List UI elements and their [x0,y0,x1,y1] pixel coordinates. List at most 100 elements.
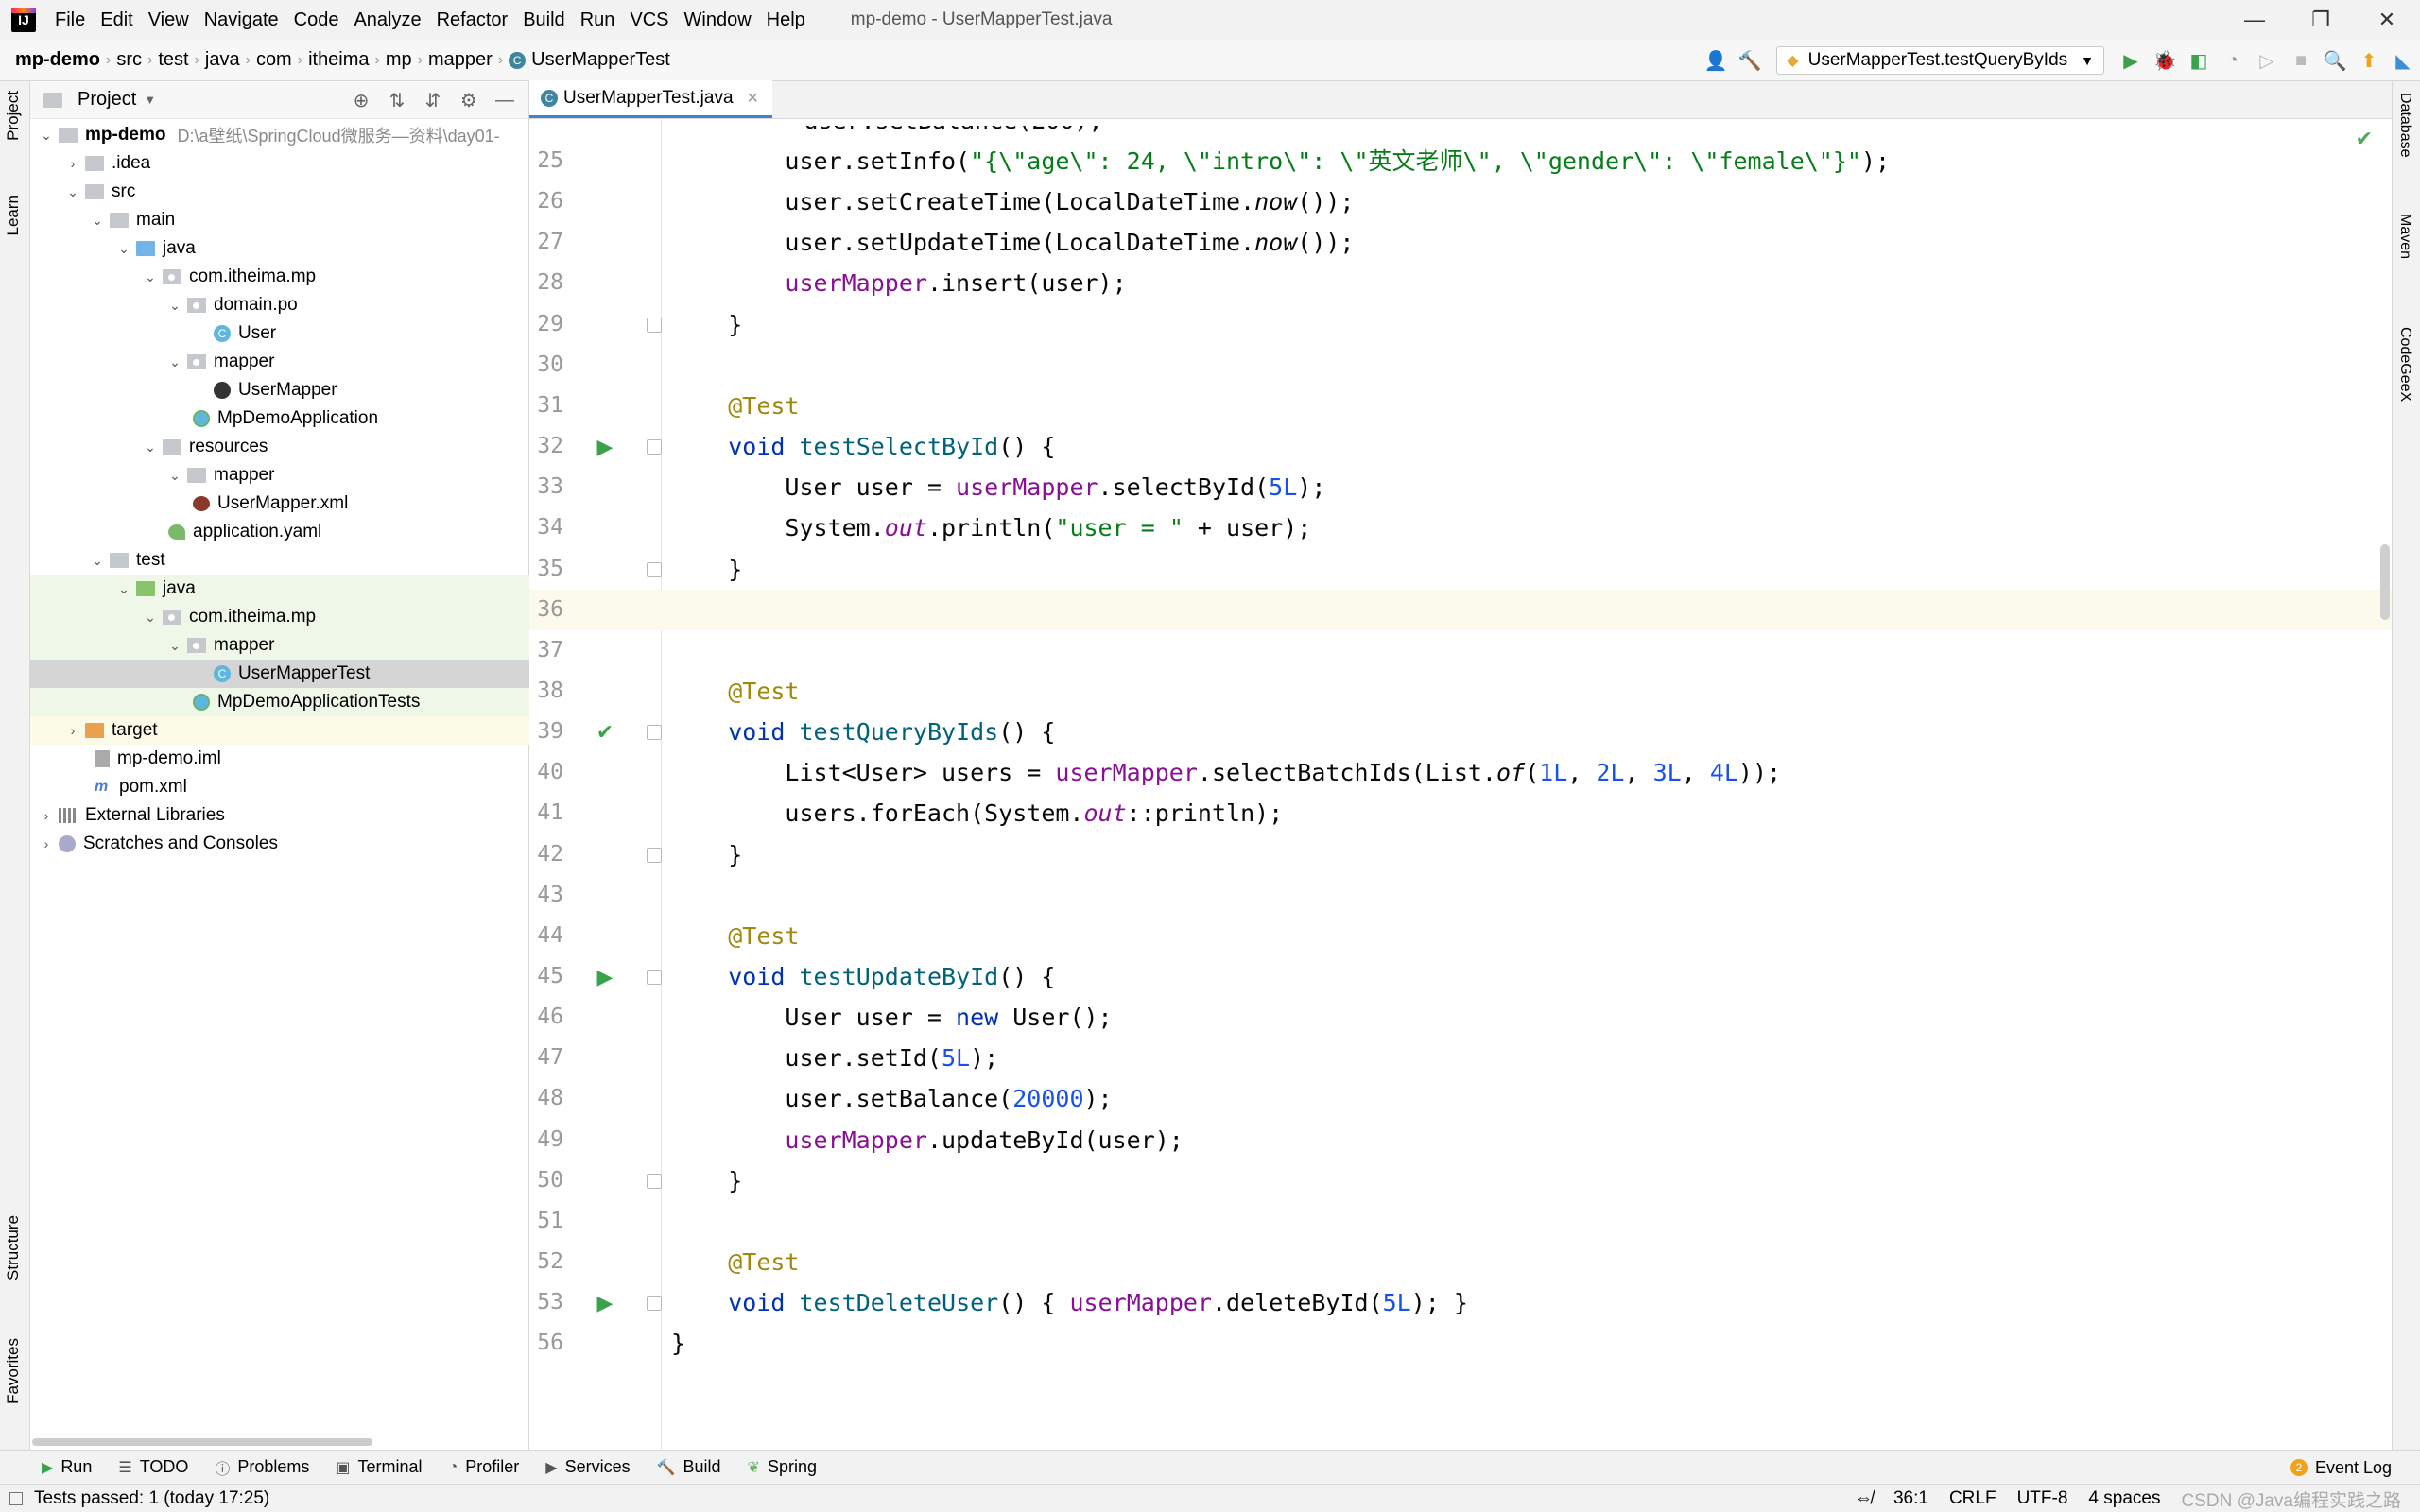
project-panel-title[interactable]: Project [78,89,136,111]
menu-code[interactable]: Code [286,9,347,31]
inspection-ok-icon[interactable]: ✔ [2356,127,2373,151]
minimize-icon[interactable]: — [2221,0,2288,40]
breadcrumb-item-current[interactable]: C UserMapperTest [503,49,676,71]
code-line[interactable]: user.setUpdateTime(LocalDateTime.now()); [662,222,2392,263]
rerun-icon[interactable]: ▷ [2250,43,2284,77]
tool-tab-project[interactable]: Project [4,91,23,141]
fold-marker-icon[interactable] [647,439,662,455]
caret-position[interactable]: 36:1 [1893,1488,1928,1509]
menu-window[interactable]: Window [677,9,759,31]
chevron-down-icon[interactable]: ⌄ [38,128,55,144]
tree-item[interactable]: ⌄ mapper [30,631,529,660]
menu-refactor[interactable]: Refactor [429,9,516,31]
tree-item[interactable]: ⌄ src [30,178,529,206]
code-line[interactable]: users.forEach(System.out::println); [662,793,2392,833]
fold-marker-icon[interactable] [647,1173,662,1189]
tree-item[interactable]: › target [30,716,529,745]
close-icon[interactable]: ✕ [2354,0,2420,40]
code-area[interactable]: user.setBalance(200); user.setInfo("{\"a… [662,119,2392,1450]
chevron-down-icon[interactable]: ⌄ [64,184,81,200]
tree-item[interactable]: ⌄ com.itheima.mp [30,263,529,291]
stop-icon[interactable]: ■ [2284,43,2318,77]
tool-tab-database[interactable]: Database [2396,93,2413,158]
tree-item[interactable]: ⌄ com.itheima.mp [30,603,529,631]
breadcrumb-item[interactable]: mp [380,49,418,71]
toggle-tool-windows-icon[interactable] [9,1491,23,1505]
editor-tab[interactable]: C UserMapperTest.java ✕ [529,80,772,118]
tool-tab-maven[interactable]: Maven [2396,214,2413,259]
codegeex-icon[interactable]: ◣ [2386,43,2420,77]
chevron-right-icon[interactable]: › [64,156,81,171]
test-passed-run-icon[interactable]: ✔ [594,721,616,744]
profile-icon[interactable]: ◔ [2216,43,2250,77]
coverage-icon[interactable]: ◧ [2182,43,2216,77]
code-line[interactable] [662,630,2392,671]
code-line[interactable]: user.setId(5L); [662,1038,2392,1078]
code-line[interactable]: void testSelectById() { [662,426,2392,467]
build-hammer-icon[interactable]: 🔨 [1733,43,1767,77]
tree-item[interactable]: ⌄ main [30,206,529,234]
tree-item[interactable]: ⌄ mapper [30,348,529,376]
run-config-select[interactable]: ◆ UserMapperTest.testQueryByIds ▼ [1776,46,2104,75]
tree-item[interactable]: application.yaml [30,518,529,546]
run-test-icon[interactable]: ▶ [594,436,616,458]
chevron-down-icon[interactable]: ⌄ [166,468,183,484]
tree-item[interactable]: MpDemoApplication [30,404,529,433]
tree-item[interactable]: › .idea [30,149,529,178]
run-icon[interactable]: ▶ [2114,43,2148,77]
menu-navigate[interactable]: Navigate [197,9,286,31]
collapse-all-icon[interactable]: ⇵ [415,89,451,112]
menu-build[interactable]: Build [515,9,572,31]
code-line[interactable]: @Test [662,386,2392,426]
fold-marker-icon[interactable] [647,847,662,863]
tree-item[interactable]: mp-demo.iml [30,745,529,773]
code-line[interactable] [662,875,2392,916]
chevron-right-icon[interactable]: › [38,836,55,851]
tree-item[interactable]: › External Libraries [30,801,529,830]
menu-analyze[interactable]: Analyze [346,9,428,31]
run-test-icon[interactable]: ▶ [594,966,616,988]
menu-vcs[interactable]: VCS [622,9,676,31]
tool-services[interactable]: ▶ Services [532,1457,643,1477]
chevron-down-icon[interactable]: ⌄ [142,610,159,626]
tree-item[interactable]: m pom.xml [30,773,529,801]
chevron-down-icon[interactable]: ⌄ [115,581,132,597]
tree-item[interactable]: ⌄ domain.po [30,291,529,319]
code-line[interactable]: user.setBalance(20000); [662,1078,2392,1119]
hide-icon[interactable]: — [487,90,523,112]
code-line[interactable] [662,345,2392,386]
fold-marker-icon[interactable] [647,317,662,333]
chevron-down-icon[interactable]: ⌄ [89,553,106,569]
vertical-scrollbar[interactable] [2380,544,2390,620]
chevron-right-icon[interactable]: › [64,723,81,738]
code-line[interactable]: user.setInfo("{\"age\": 24, \"intro\": \… [662,141,2392,181]
tree-item[interactable]: ⌄ test [30,546,529,575]
code-line[interactable]: List<User> users = userMapper.selectBatc… [662,752,2392,793]
menu-file[interactable]: File [47,9,93,31]
breadcrumb-item[interactable]: mapper [423,49,498,71]
chevron-down-icon[interactable]: ⌄ [142,269,159,285]
code-line[interactable]: user.setCreateTime(LocalDateTime.now()); [662,181,2392,222]
code-line[interactable]: } [662,1160,2392,1201]
gear-icon[interactable]: ⚙ [451,89,487,112]
tool-tab-codegeex[interactable]: CodeGeeX [2396,327,2413,402]
tool-spring[interactable]: ❦ Spring [735,1457,830,1477]
expand-all-icon[interactable]: ⇅ [379,89,415,112]
close-tab-icon[interactable]: ✕ [747,89,759,108]
fold-marker-icon[interactable] [647,970,662,985]
locate-icon[interactable]: ⊕ [343,89,379,112]
breadcrumb-item[interactable]: java [199,49,246,71]
horizontal-scrollbar[interactable] [32,1438,372,1446]
code-line[interactable]: User user = userMapper.selectById(5L); [662,467,2392,507]
tree-item[interactable]: UserMapper.xml [30,490,529,518]
tree-item[interactable]: ⌄ java [30,575,529,603]
fold-marker-icon[interactable] [647,1296,662,1312]
menu-run[interactable]: Run [573,9,623,31]
menu-view[interactable]: View [141,9,197,31]
code-line[interactable]: userMapper.updateById(user); [662,1120,2392,1160]
hide-lock-icon[interactable]: ⇎ [1855,1488,1873,1509]
indent-setting[interactable]: 4 spaces [2088,1488,2160,1509]
breadcrumb-item[interactable]: src [111,49,147,71]
tool-profiler[interactable]: ◔ Profiler [436,1457,533,1477]
code-line[interactable]: User user = new User(); [662,997,2392,1038]
